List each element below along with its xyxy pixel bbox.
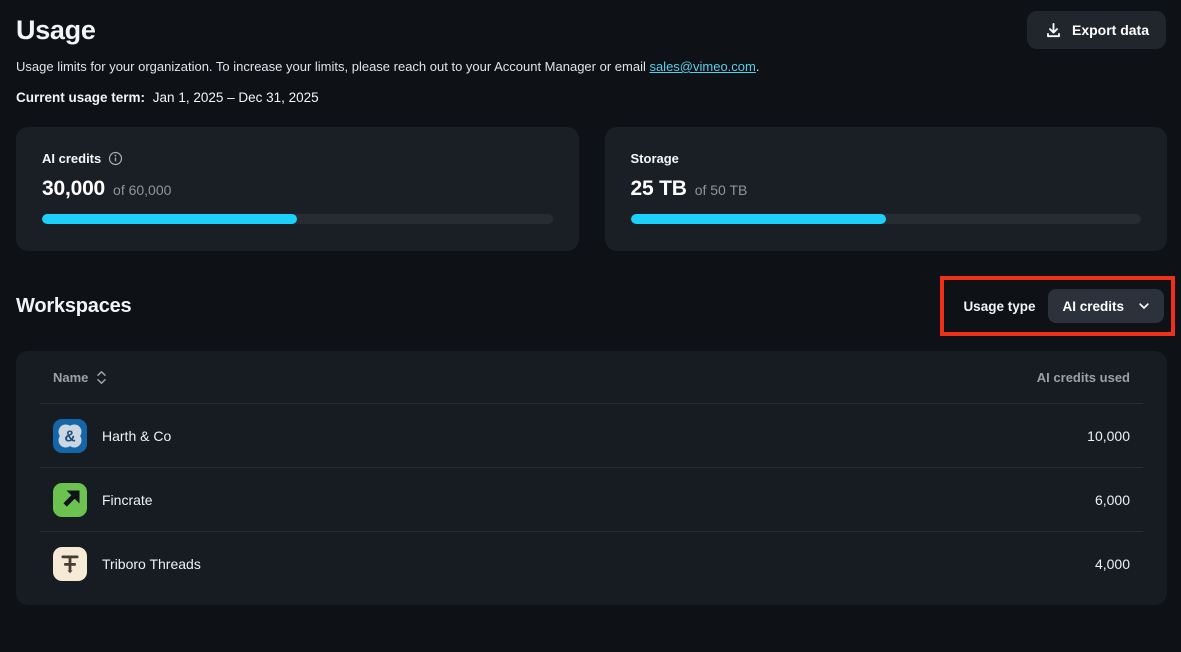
storage-card-label: Storage (631, 151, 679, 166)
workspace-credits-used: 10,000 (1087, 428, 1130, 444)
info-icon[interactable] (108, 151, 123, 166)
ai-credits-used: 30,000 (42, 177, 105, 201)
workspaces-header-row: Workspaces Usage type AI credits (16, 276, 1167, 336)
workspaces-heading: Workspaces (16, 295, 131, 318)
workspace-name: Harth & Co (102, 428, 171, 444)
sales-email-link[interactable]: sales@vimeo.com (649, 59, 755, 74)
download-icon (1044, 21, 1063, 40)
storage-used: 25 TB (631, 177, 687, 201)
workspace-row-harth-and-co[interactable]: & Harth & Co 10,000 (16, 404, 1167, 467)
ai-credits-progress-track (42, 214, 553, 224)
usage-cards: AI credits 30,000 of 60,000 Storage (16, 127, 1167, 251)
usage-type-selected-value: AI credits (1062, 299, 1124, 314)
chevron-down-icon (1138, 300, 1150, 312)
export-data-button[interactable]: Export data (1027, 11, 1166, 49)
workspace-credits-used: 6,000 (1095, 492, 1130, 508)
storage-card: Storage 25 TB of 50 TB (605, 127, 1168, 251)
export-data-label: Export data (1072, 22, 1149, 38)
usage-type-label: Usage type (963, 299, 1035, 314)
workspace-name: Triboro Threads (102, 556, 201, 572)
annotation-highlight-box: Usage type AI credits (940, 276, 1175, 336)
workspace-credits-used: 4,000 (1095, 556, 1130, 572)
usage-description: Usage limits for your organization. To i… (16, 58, 1167, 75)
storage-progress-track (631, 214, 1142, 224)
workspace-row-triboro-threads[interactable]: Triboro Threads 4,000 (16, 532, 1167, 595)
storage-limit: of 50 TB (695, 182, 748, 198)
sort-icon (96, 370, 107, 385)
usage-type-dropdown[interactable]: AI credits (1048, 289, 1164, 323)
name-column-header[interactable]: Name (53, 370, 107, 385)
svg-text:&: & (64, 428, 75, 445)
usage-term-value: Jan 1, 2025 – Dec 31, 2025 (153, 90, 319, 105)
workspace-row-fincrate[interactable]: Fincrate 6,000 (16, 468, 1167, 531)
workspace-name: Fincrate (102, 492, 153, 508)
workspace-avatar-arrow-up-right-icon (53, 483, 87, 517)
page-title: Usage (16, 12, 1167, 48)
usage-term: Current usage term: Jan 1, 2025 – Dec 31… (16, 90, 1167, 105)
ai-credits-card: AI credits 30,000 of 60,000 (16, 127, 579, 251)
workspace-avatar-double-bar-t-icon (53, 547, 87, 581)
workspaces-table: Name AI credits used (16, 351, 1167, 605)
value-column-header: AI credits used (1037, 370, 1130, 385)
usage-term-label: Current usage term: (16, 90, 145, 105)
storage-progress-fill (631, 214, 886, 224)
ai-credits-card-label: AI credits (42, 151, 101, 166)
table-header-row: Name AI credits used (16, 351, 1167, 403)
workspace-avatar-ampersand-clover-icon: & (53, 419, 87, 453)
ai-credits-progress-fill (42, 214, 297, 224)
ai-credits-limit: of 60,000 (113, 182, 171, 198)
usage-page: Usage Export data Usage limits for your … (0, 0, 1181, 652)
